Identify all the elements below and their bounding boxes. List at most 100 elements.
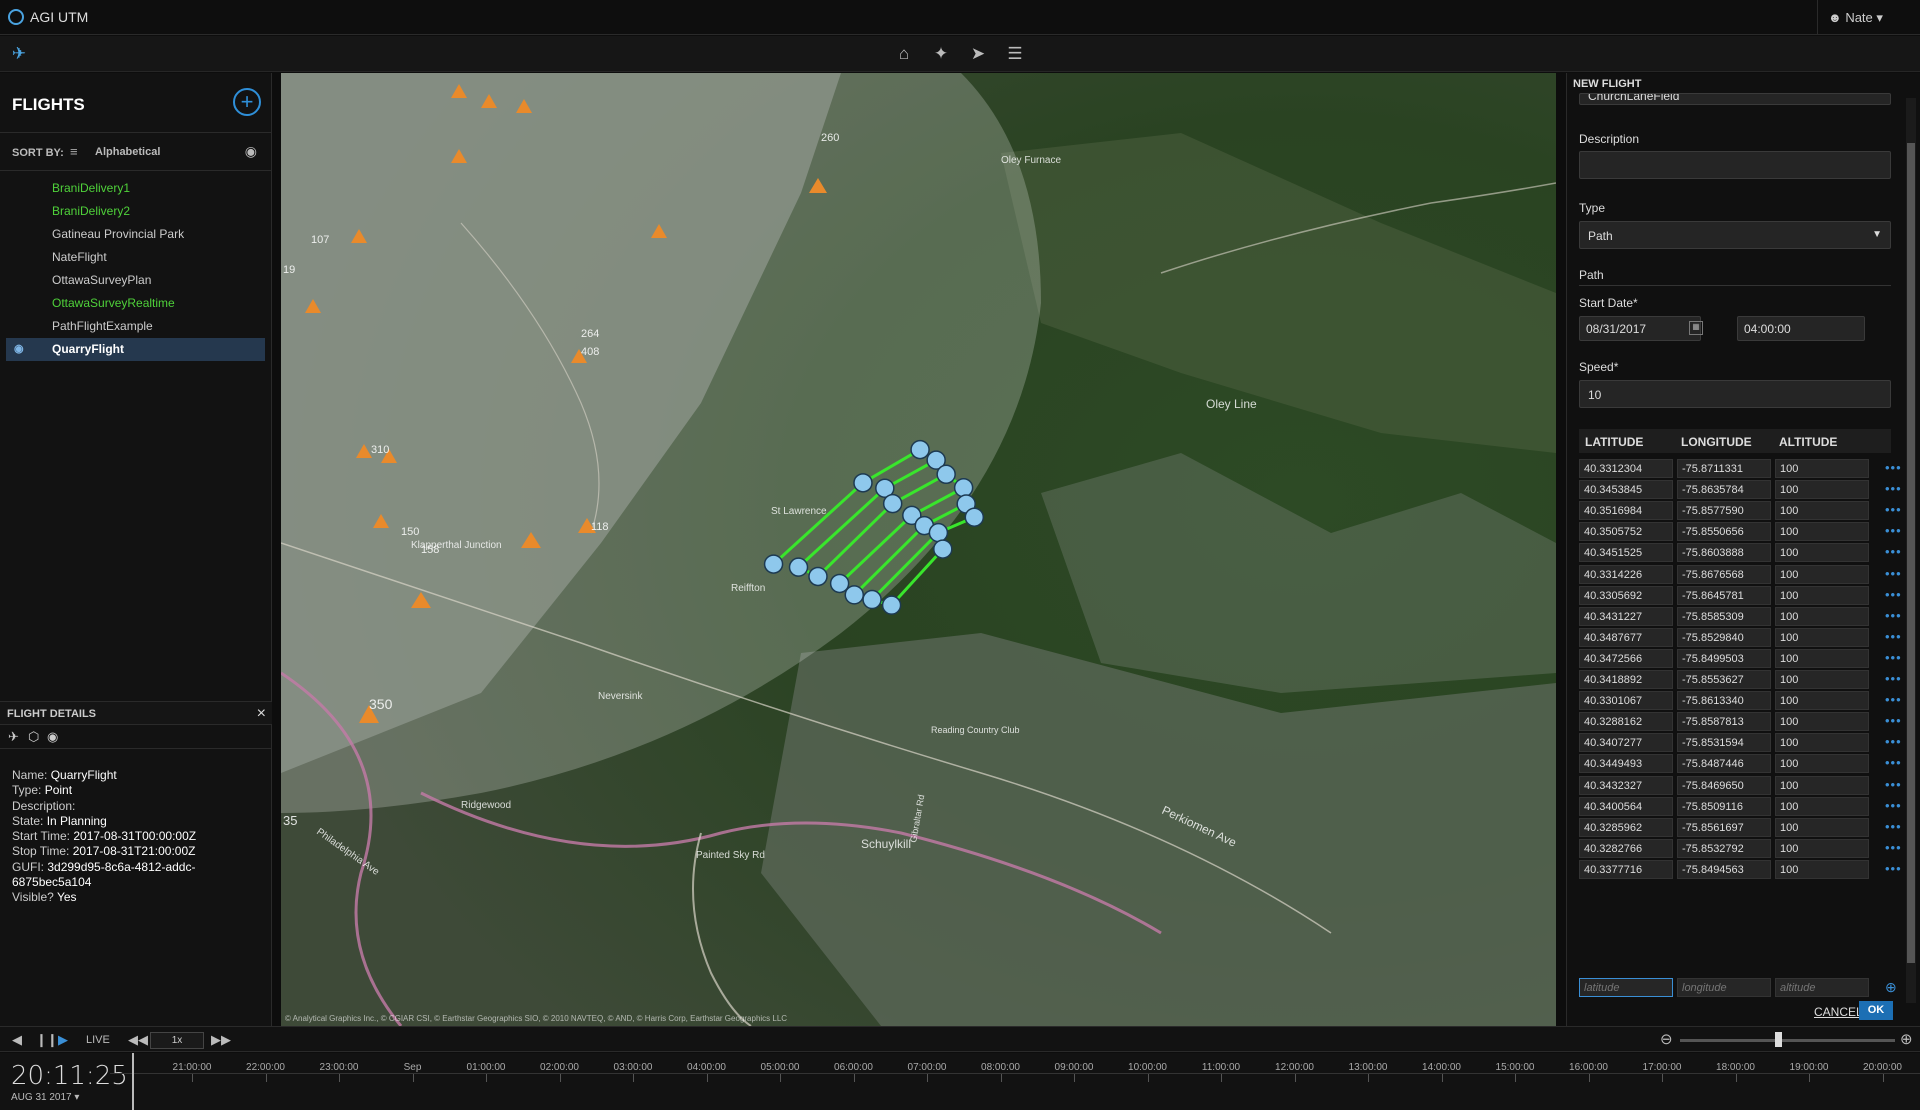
waypoint-marker[interactable] — [881, 595, 902, 615]
flight-list-item[interactable]: PathFlightExample — [6, 315, 265, 338]
rewind-icon[interactable]: ◀◀ — [128, 1032, 148, 1048]
waypoint-marker[interactable] — [853, 473, 873, 493]
waypoint-marker[interactable] — [808, 566, 828, 587]
more-options-icon[interactable]: ••• — [1885, 671, 1902, 686]
altitude-cell[interactable]: 100 — [1775, 459, 1869, 478]
latitude-cell[interactable]: 40.3407277 — [1579, 733, 1673, 753]
zoom-slider[interactable] — [1680, 1039, 1895, 1042]
altitude-cell[interactable]: 100 — [1775, 585, 1869, 605]
longitude-cell[interactable]: -75.8635784 — [1677, 480, 1771, 500]
plane-icon[interactable]: ✈ — [8, 729, 19, 745]
altitude-cell[interactable]: 100 — [1775, 712, 1869, 732]
waypoint-marker[interactable] — [933, 539, 953, 559]
longitude-cell[interactable]: -75.8469650 — [1677, 775, 1771, 795]
timeline[interactable]: 20:11:25 AUG 31 2017 ▾ 21:00:00 22:00:00 2… — [0, 1053, 1920, 1110]
start-date-field[interactable]: 08/31/2017 — [1579, 316, 1701, 341]
waypoint-marker[interactable] — [953, 477, 974, 498]
longitude-cell[interactable]: -75.8676568 — [1677, 564, 1771, 584]
waypoint-marker[interactable] — [910, 439, 930, 460]
calendar-icon[interactable]: ▦ — [1689, 321, 1703, 335]
longitude-cell[interactable]: -75.8531594 — [1677, 733, 1771, 753]
eye-icon[interactable]: ◉ — [14, 338, 24, 361]
longitude-cell[interactable]: -75.8494563 — [1677, 859, 1771, 879]
globe-icon[interactable]: ◉ — [47, 729, 58, 745]
speed-field[interactable]: 10 — [1579, 380, 1891, 408]
waypoint-marker[interactable] — [829, 573, 850, 594]
longitude-cell[interactable]: -75.8585309 — [1677, 606, 1771, 626]
name-field[interactable]: ChurchLaneField — [1579, 93, 1891, 105]
latitude-cell[interactable]: 40.3285962 — [1579, 817, 1673, 837]
altitude-cell[interactable]: 100 — [1775, 564, 1869, 584]
longitude-cell[interactable]: -75.8550656 — [1677, 522, 1771, 542]
altitude-cell[interactable]: 100 — [1775, 627, 1869, 647]
altitude-cell[interactable]: 100 — [1775, 522, 1869, 542]
more-options-icon[interactable]: ••• — [1885, 502, 1902, 517]
altitude-cell[interactable]: 100 — [1775, 648, 1869, 668]
zoom-in-icon[interactable]: ⊕ — [1900, 1030, 1913, 1048]
speed-field[interactable]: 1x — [150, 1032, 204, 1049]
flight-list-item[interactable]: OttawaSurveyRealtime — [6, 292, 265, 315]
more-options-icon[interactable]: ••• — [1885, 755, 1902, 770]
home-icon[interactable]: ⌂ — [893, 43, 915, 65]
more-options-icon[interactable]: ••• — [1885, 734, 1902, 749]
more-options-icon[interactable]: ••• — [1885, 481, 1902, 496]
altitude-cell[interactable]: 100 — [1775, 543, 1869, 563]
sort-icon[interactable]: ≡ — [70, 144, 78, 159]
play-icon[interactable]: ▶ — [58, 1032, 68, 1048]
waypoint-marker[interactable] — [964, 507, 985, 527]
flight-list-item[interactable]: OttawaSurveyPlan — [6, 269, 265, 292]
more-options-icon[interactable]: ••• — [1885, 523, 1902, 538]
panel-scrollbar[interactable] — [1906, 98, 1916, 1003]
more-options-icon[interactable]: ••• — [1885, 713, 1902, 728]
description-field[interactable] — [1579, 151, 1891, 179]
longitude-cell[interactable]: -75.8613340 — [1677, 691, 1771, 711]
latitude-cell[interactable]: 40.3472566 — [1579, 648, 1673, 668]
cancel-button[interactable]: CANCEL — [1814, 1005, 1863, 1019]
altitude-cell[interactable]: 100 — [1775, 838, 1869, 858]
latitude-cell[interactable]: 40.3453845 — [1579, 480, 1673, 500]
waypoint-marker[interactable] — [928, 522, 949, 543]
latitude-input[interactable] — [1579, 978, 1673, 997]
waypoint-marker[interactable] — [882, 493, 903, 514]
latitude-cell[interactable]: 40.3487677 — [1579, 627, 1673, 647]
altitude-cell[interactable]: 100 — [1775, 501, 1869, 521]
latitude-cell[interactable]: 40.3432327 — [1579, 775, 1673, 795]
start-time-field[interactable]: 04:00:00 — [1737, 316, 1865, 341]
more-options-icon[interactable]: ••• — [1885, 692, 1902, 707]
pin-icon[interactable]: ✦ — [930, 43, 952, 65]
add-flight-button[interactable]: + — [233, 88, 261, 116]
latitude-cell[interactable]: 40.3449493 — [1579, 754, 1673, 774]
clock-date[interactable]: AUG 31 2017 ▾ — [11, 1092, 79, 1103]
altitude-cell[interactable]: 100 — [1775, 775, 1869, 795]
zoom-thumb[interactable] — [1775, 1032, 1782, 1047]
user-menu[interactable]: ☻ Nate ▾ — [1817, 0, 1920, 35]
latitude-cell[interactable]: 40.3505752 — [1579, 522, 1673, 542]
more-options-icon[interactable]: ••• — [1885, 798, 1902, 813]
altitude-cell[interactable]: 100 — [1775, 817, 1869, 837]
latitude-cell[interactable]: 40.3282766 — [1579, 838, 1673, 858]
more-options-icon[interactable]: ••• — [1885, 819, 1902, 834]
waypoint-marker[interactable] — [862, 589, 882, 610]
more-options-icon[interactable]: ••• — [1885, 460, 1902, 475]
latitude-cell[interactable]: 40.3431227 — [1579, 606, 1673, 626]
flight-list-item[interactable]: Gatineau Provincial Park — [6, 223, 265, 246]
more-options-icon[interactable]: ••• — [1885, 840, 1902, 855]
longitude-cell[interactable]: -75.8487446 — [1677, 754, 1771, 774]
longitude-cell[interactable]: -75.8553627 — [1677, 670, 1771, 689]
flight-mode-icon[interactable]: ✈ — [8, 43, 30, 65]
flight-list-item[interactable]: ◉ QuarryFlight — [6, 338, 265, 361]
more-options-icon[interactable]: ••• — [1885, 587, 1902, 602]
live-button[interactable]: LIVE — [86, 1034, 110, 1046]
longitude-cell[interactable]: -75.8577590 — [1677, 501, 1771, 521]
altitude-cell[interactable]: 100 — [1775, 754, 1869, 774]
longitude-cell[interactable]: -75.8499503 — [1677, 648, 1771, 668]
longitude-cell[interactable]: -75.8509116 — [1677, 796, 1771, 816]
latitude-cell[interactable]: 40.3418892 — [1579, 670, 1673, 689]
altitude-cell[interactable]: 100 — [1775, 480, 1869, 500]
close-icon[interactable]: × — [257, 705, 266, 723]
more-options-icon[interactable]: ••• — [1885, 861, 1902, 876]
waypoint-marker[interactable] — [936, 464, 956, 485]
longitude-cell[interactable]: -75.8587813 — [1677, 712, 1771, 732]
altitude-cell[interactable]: 100 — [1775, 606, 1869, 626]
longitude-cell[interactable]: -75.8603888 — [1677, 543, 1771, 563]
